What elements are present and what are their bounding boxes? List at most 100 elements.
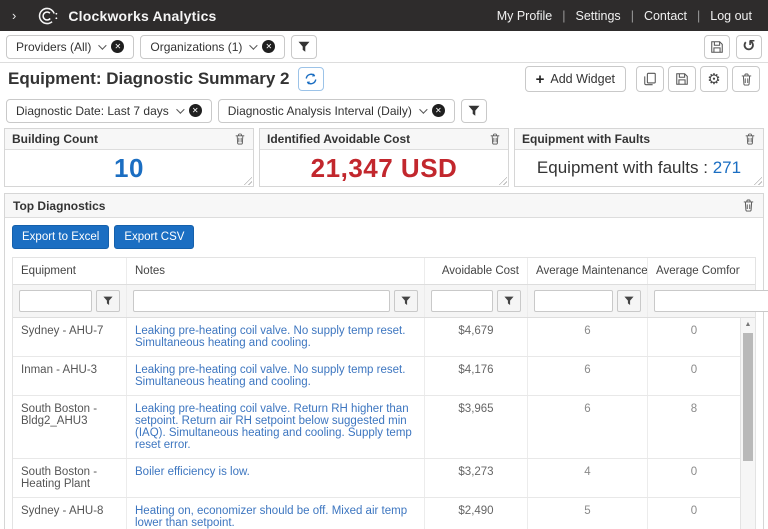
add-widget-button[interactable]: + Add Widget — [525, 66, 626, 92]
maintenance-filter-input[interactable] — [534, 290, 613, 312]
table-row: Inman - AHU-3 Leaking pre-heating coil v… — [13, 357, 740, 396]
page-title-row: Equipment: Diagnostic Summary 2 + Add Wi… — [0, 63, 768, 95]
chevron-down-icon — [250, 41, 258, 49]
funnel-icon — [504, 296, 514, 306]
cost-filter-input[interactable] — [431, 290, 493, 312]
delete-building-count-widget-button[interactable] — [234, 133, 246, 145]
trash-icon — [743, 199, 754, 212]
scrollbar-thumb[interactable] — [743, 333, 753, 461]
note-link[interactable]: Boiler efficiency is low. — [135, 466, 250, 478]
resize-grip-icon[interactable] — [498, 176, 507, 185]
table-filter-row — [13, 285, 755, 318]
organizations-filter-pill[interactable]: Organizations (1) ✕ — [140, 35, 285, 59]
comfort-filter-cell — [648, 285, 768, 317]
top-diagnostics-panel: Top Diagnostics Export to Excel Export C… — [4, 193, 764, 529]
equipment-faults-text: Equipment with faults : 271 — [537, 158, 741, 178]
analysis-interval-filter-pill[interactable]: Diagnostic Analysis Interval (Daily) ✕ — [218, 99, 455, 123]
export-csv-button[interactable]: Export CSV — [114, 225, 194, 249]
global-filter-bar: Providers (All) ✕ Organizations (1) ✕ ↺ — [0, 31, 768, 63]
table-vertical-scrollbar[interactable]: ▲ — [740, 318, 755, 529]
equipment-cell: South Boston - Heating Plant — [13, 459, 127, 497]
table-row: South Boston - Bldg2_AHU3 Leaking pre-he… — [13, 396, 740, 459]
table-body: Sydney - AHU-7 Leaking pre-heating coil … — [13, 318, 755, 529]
sidebar-expand-chevron-icon[interactable]: › — [12, 8, 16, 23]
clockworks-logo-icon — [38, 6, 58, 26]
average-comfort-cell: 0 — [648, 357, 740, 395]
notes-filter-input[interactable] — [133, 290, 390, 312]
funnel-icon — [103, 296, 113, 306]
column-header-average-comfort[interactable]: Average Comfort Prio... — [648, 258, 740, 284]
reset-filters-button[interactable]: ↺ — [736, 35, 762, 59]
equipment-faults-value: 271 — [713, 158, 741, 177]
delete-equipment-faults-widget-button[interactable] — [744, 133, 756, 145]
funnel-icon — [298, 41, 310, 53]
save-filters-button[interactable] — [704, 35, 730, 59]
dashboard-filter-funnel-button[interactable] — [461, 99, 487, 123]
dashboard-settings-button[interactable]: ⚙ — [700, 66, 728, 92]
delete-avoidable-cost-widget-button[interactable] — [489, 133, 501, 145]
clear-providers-filter-icon[interactable]: ✕ — [111, 40, 124, 53]
save-icon — [710, 40, 724, 54]
avoidable-cost-title: Identified Avoidable Cost — [267, 132, 489, 146]
global-filter-funnel-button[interactable] — [291, 35, 317, 59]
building-count-widget: Building Count 10 — [4, 128, 254, 187]
reset-icon: ↺ — [742, 39, 755, 55]
equipment-cell: South Boston - Bldg2_AHU3 — [13, 396, 127, 458]
average-maintenance-cell: 6 — [528, 357, 648, 395]
resize-grip-icon[interactable] — [753, 176, 762, 185]
avoidable-cost-header: Identified Avoidable Cost — [260, 129, 508, 150]
note-link[interactable]: Leaking pre-heating coil valve. No suppl… — [135, 364, 405, 388]
note-link[interactable]: Leaking pre-heating coil valve. Return R… — [135, 403, 412, 451]
save-dashboard-button[interactable] — [668, 66, 696, 92]
avoidable-cost-body: 21,347 USD — [260, 150, 508, 186]
providers-filter-pill[interactable]: Providers (All) ✕ — [6, 35, 134, 59]
clear-analysis-interval-icon[interactable]: ✕ — [432, 104, 445, 117]
delete-top-diagnostics-widget-button[interactable] — [742, 199, 755, 212]
notes-filter-cell — [127, 285, 425, 317]
export-to-excel-button[interactable]: Export to Excel — [12, 225, 109, 249]
copy-dashboard-button[interactable] — [636, 66, 664, 92]
page-title: Equipment: Diagnostic Summary 2 — [8, 69, 290, 89]
nav-log-out[interactable]: Log out — [706, 9, 756, 23]
nav-contact[interactable]: Contact — [640, 9, 691, 23]
table-row: Sydney - AHU-7 Leaking pre-heating coil … — [13, 318, 740, 357]
cost-filter-funnel-button[interactable] — [497, 290, 521, 312]
plus-icon: + — [536, 71, 545, 88]
equipment-faults-title: Equipment with Faults — [522, 132, 744, 146]
refresh-dashboard-button[interactable] — [298, 67, 324, 91]
avoidable-cost-cell: $3,273 — [425, 459, 528, 497]
column-header-avoidable-cost[interactable]: Avoidable Cost — [425, 258, 528, 284]
nav-settings[interactable]: Settings — [572, 9, 625, 23]
equipment-faults-body: Equipment with faults : 271 — [515, 150, 763, 186]
clear-organizations-filter-icon[interactable]: ✕ — [262, 40, 275, 53]
copy-icon — [643, 72, 657, 86]
equipment-filter-input[interactable] — [19, 290, 92, 312]
providers-filter-label: Providers (All) — [16, 40, 91, 54]
scroll-up-arrow-icon[interactable]: ▲ — [741, 318, 755, 328]
avoidable-cost-widget: Identified Avoidable Cost 21,347 USD — [259, 128, 509, 187]
analysis-interval-filter-label: Diagnostic Analysis Interval (Daily) — [228, 104, 412, 118]
column-header-average-maintenance[interactable]: Average Maintenance... — [528, 258, 648, 284]
equipment-filter-funnel-button[interactable] — [96, 290, 120, 312]
column-header-equipment[interactable]: Equipment — [13, 258, 127, 284]
column-header-notes[interactable]: Notes — [127, 258, 425, 284]
notes-filter-funnel-button[interactable] — [394, 290, 418, 312]
maintenance-filter-funnel-button[interactable] — [617, 290, 641, 312]
note-link[interactable]: Heating on, economizer should be off. Mi… — [135, 505, 407, 529]
diagnostic-date-filter-pill[interactable]: Diagnostic Date: Last 7 days ✕ — [6, 99, 212, 123]
nav-my-profile[interactable]: My Profile — [493, 9, 557, 23]
trash-icon — [741, 73, 752, 86]
nav-separator: | — [562, 9, 565, 23]
average-comfort-cell: 0 — [648, 498, 740, 529]
trash-icon — [490, 133, 500, 145]
clear-diagnostic-date-icon[interactable]: ✕ — [189, 104, 202, 117]
note-link[interactable]: Leaking pre-heating coil valve. No suppl… — [135, 325, 405, 349]
top-diagnostics-header: Top Diagnostics — [5, 194, 763, 218]
chevron-down-icon — [176, 105, 184, 113]
dashboard-filter-bar: Diagnostic Date: Last 7 days ✕ Diagnosti… — [0, 95, 768, 126]
building-count-value: 10 — [114, 153, 144, 184]
comfort-filter-input[interactable] — [654, 290, 768, 312]
notes-cell: Heating on, economizer should be off. Mi… — [127, 498, 425, 529]
resize-grip-icon[interactable] — [243, 176, 252, 185]
delete-dashboard-button[interactable] — [732, 66, 760, 92]
